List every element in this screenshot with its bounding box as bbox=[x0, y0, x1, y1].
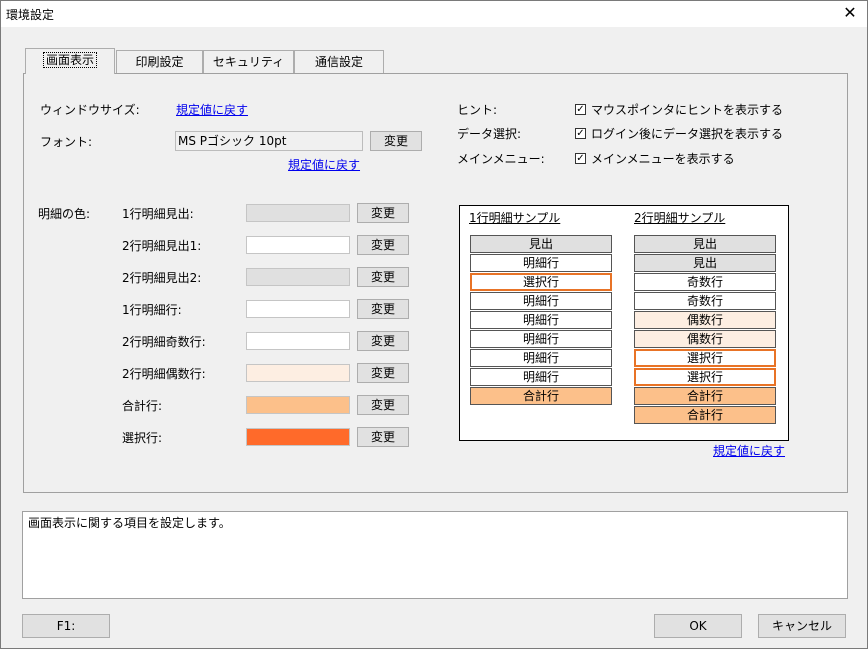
cancel-button[interactable]: キャンセル bbox=[758, 614, 846, 638]
color-change-button[interactable]: 変更 bbox=[357, 427, 409, 447]
main-menu-checkbox[interactable]: ✓ bbox=[575, 153, 586, 164]
font-field: MS Pゴシック 10pt bbox=[175, 131, 363, 151]
color-label: 1行明細行: bbox=[122, 303, 182, 317]
color-swatch[interactable] bbox=[246, 300, 350, 318]
sample-cell: 明細行 bbox=[470, 349, 612, 367]
data-select-option-text: ログイン後にデータ選択を表示する bbox=[591, 127, 784, 141]
sample-cell: 偶数行 bbox=[634, 330, 776, 348]
font-label: フォント: bbox=[40, 135, 93, 149]
color-swatch[interactable] bbox=[246, 332, 350, 350]
color-change-button[interactable]: 変更 bbox=[357, 203, 409, 223]
color-label: 1行明細見出: bbox=[122, 207, 194, 221]
sample-cell: 合計行 bbox=[634, 387, 776, 405]
color-swatch[interactable] bbox=[246, 268, 350, 286]
tab-print[interactable]: 印刷設定 bbox=[116, 50, 203, 74]
description-text: 画面表示に関する項目を設定します。 bbox=[28, 516, 231, 530]
title-bar: 環境設定 ✕ bbox=[1, 1, 867, 27]
main-menu-label: メインメニュー: bbox=[457, 152, 545, 166]
data-select-checkbox[interactable]: ✓ bbox=[575, 128, 586, 139]
window-title: 環境設定 bbox=[6, 8, 55, 22]
color-label: 2行明細見出1: bbox=[122, 239, 202, 253]
sample-cell: 奇数行 bbox=[634, 273, 776, 291]
data-select-label: データ選択: bbox=[457, 127, 522, 141]
sample-2row-title: 2行明細サンプル bbox=[634, 211, 726, 225]
sample-cell: 選択行 bbox=[634, 349, 776, 367]
display-settings-panel: ウィンドウサイズ: 規定値に戻す フォント: MS Pゴシック 10pt 変更 … bbox=[23, 73, 848, 493]
color-swatch[interactable] bbox=[246, 236, 350, 254]
sample-cell: 明細行 bbox=[470, 368, 612, 386]
hint-checkbox[interactable]: ✓ bbox=[575, 104, 586, 115]
description-box: 画面表示に関する項目を設定します。 bbox=[22, 511, 848, 599]
color-change-button[interactable]: 変更 bbox=[357, 331, 409, 351]
color-label: 2行明細見出2: bbox=[122, 271, 202, 285]
sample-cell: 偶数行 bbox=[634, 311, 776, 329]
color-change-button[interactable]: 変更 bbox=[357, 363, 409, 383]
window-size-label: ウィンドウサイズ: bbox=[40, 103, 140, 117]
sample-cell: 見出 bbox=[634, 235, 776, 253]
f1-button[interactable]: F1: bbox=[22, 614, 110, 638]
sample-cell: 見出 bbox=[470, 235, 612, 253]
main-menu-option-text: メインメニューを表示する bbox=[591, 152, 735, 166]
color-label: 選択行: bbox=[122, 431, 163, 445]
tab-security[interactable]: セキュリティ bbox=[203, 50, 294, 74]
font-reset-link[interactable]: 規定値に戻す bbox=[288, 156, 360, 173]
sample-cell: 明細行 bbox=[470, 311, 612, 329]
settings-window: 環境設定 ✕ 画面表示 印刷設定 セキュリティ 通信設定 ウィンドウサイズ: 規… bbox=[0, 0, 868, 649]
sample-preview: 1行明細サンプル 2行明細サンプル 見出 明細行 選択行 明細行 明細行 明細行 明細行 明細… bbox=[459, 205, 789, 441]
sample-cell: 見出 bbox=[634, 254, 776, 272]
sample-cell: 明細行 bbox=[470, 254, 612, 272]
close-icon[interactable]: ✕ bbox=[841, 3, 859, 23]
sample-cell: 明細行 bbox=[470, 330, 612, 348]
sample-reset-link[interactable]: 規定値に戻す bbox=[713, 442, 785, 459]
window-size-reset-link[interactable]: 規定値に戻す bbox=[176, 101, 248, 118]
color-change-button[interactable]: 変更 bbox=[357, 267, 409, 287]
sample-cell: 合計行 bbox=[634, 406, 776, 424]
ok-button[interactable]: OK bbox=[654, 614, 742, 638]
sample-cell: 奇数行 bbox=[634, 292, 776, 310]
color-swatch[interactable] bbox=[246, 428, 350, 446]
sample-cell: 選択行 bbox=[634, 368, 776, 386]
color-change-button[interactable]: 変更 bbox=[357, 235, 409, 255]
sample-1row-title: 1行明細サンプル bbox=[469, 211, 561, 225]
color-swatch[interactable] bbox=[246, 364, 350, 382]
color-swatch[interactable] bbox=[246, 204, 350, 222]
row-colors-label: 明細の色: bbox=[38, 207, 91, 221]
color-swatch[interactable] bbox=[246, 396, 350, 414]
tab-communication[interactable]: 通信設定 bbox=[294, 50, 384, 74]
color-label: 2行明細奇数行: bbox=[122, 335, 206, 349]
tab-display[interactable]: 画面表示 bbox=[25, 48, 115, 74]
hint-label: ヒント: bbox=[457, 103, 498, 117]
hint-option-text: マウスポインタにヒントを表示する bbox=[591, 103, 784, 117]
color-change-button[interactable]: 変更 bbox=[357, 395, 409, 415]
sample-cell: 明細行 bbox=[470, 292, 612, 310]
color-label: 合計行: bbox=[122, 399, 163, 413]
font-change-button[interactable]: 変更 bbox=[370, 131, 422, 151]
color-label: 2行明細偶数行: bbox=[122, 367, 206, 381]
sample-cell: 選択行 bbox=[470, 273, 612, 291]
color-change-button[interactable]: 変更 bbox=[357, 299, 409, 319]
sample-cell: 合計行 bbox=[470, 387, 612, 405]
